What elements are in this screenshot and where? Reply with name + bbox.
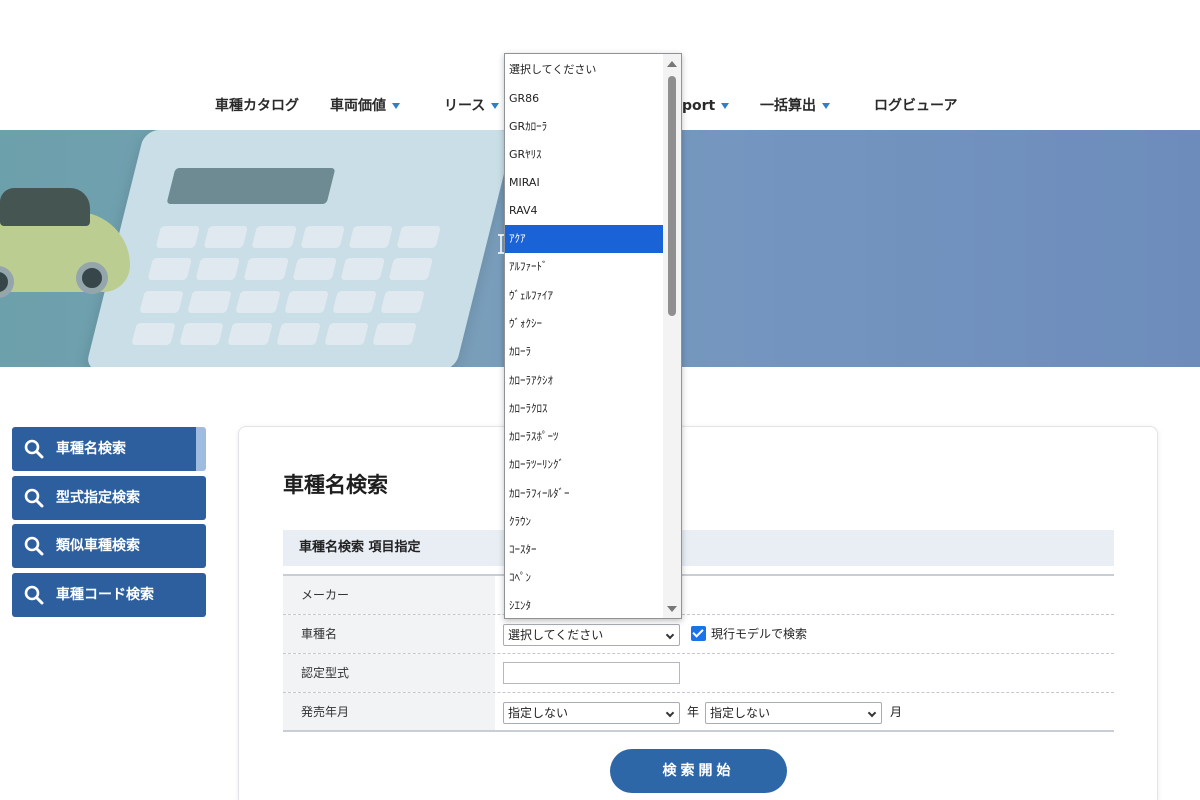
dropdown-option[interactable]: ｶﾛｰﾗﾂｰﾘﾝｸﾞ (505, 451, 663, 479)
dropdown-option[interactable]: ｳﾞｪﾙﾌｧｲｱ (505, 282, 663, 310)
nav-item-bulk-calc[interactable]: 一括算出 (760, 92, 830, 120)
nav-item-label: 車両価値 (330, 98, 386, 114)
nav-item-label: 車種カタログ (215, 98, 299, 114)
search-icon (24, 536, 44, 556)
dropdown-option[interactable]: GRﾔﾘｽ (505, 141, 663, 169)
row-label: 認定型式 (283, 654, 495, 692)
nav-item-lease[interactable]: リース (444, 92, 500, 120)
side-menu-label: 類似車種検索 (56, 538, 140, 554)
release-year-select[interactable]: 指定しない (503, 702, 680, 724)
scrollbar-thumb[interactable] (668, 76, 676, 316)
nav-item-label: 一括算出 (760, 98, 816, 114)
dropdown-option[interactable]: RAV4 (505, 197, 663, 225)
chevron-down-icon (867, 708, 877, 718)
section-header: 車種名検索 項目指定 (283, 530, 1114, 566)
text-cursor-icon (498, 234, 504, 254)
caret-down-icon (721, 103, 730, 109)
nav-item-catalog[interactable]: 車種カタログ (215, 92, 299, 120)
search-icon (24, 585, 44, 605)
row-label: 車種名 (283, 615, 495, 653)
nav-item-label: port (682, 98, 716, 114)
month-suffix: 月 (890, 705, 903, 719)
dropdown-option[interactable]: GR86 (505, 85, 663, 113)
nav-item-log-viewer[interactable]: ログビューア (874, 92, 957, 120)
search-icon (24, 488, 44, 508)
form-row-type: 認定型式 (283, 654, 1114, 693)
release-month-select[interactable]: 指定しない (705, 702, 882, 724)
scroll-up-arrow-icon[interactable] (667, 61, 677, 67)
dropdown-option[interactable]: ｳﾞｫｸｼｰ (505, 310, 663, 338)
year-suffix: 年 (687, 705, 700, 719)
select-value: 指定しない (508, 706, 569, 720)
side-menu-label: 車種コード検索 (56, 587, 154, 603)
nav-item-vehicle-value[interactable]: 車両価値 (330, 92, 400, 120)
dropdown-option[interactable]: GRｶﾛｰﾗ (505, 113, 663, 141)
dropdown-option[interactable]: ｸﾗｳﾝ (505, 508, 663, 536)
dropdown-option[interactable]: ｶﾛｰﾗｽﾎﾟｰﾂ (505, 423, 663, 451)
search-card: 車種名検索 車種名検索 項目指定 メーカー 車種名 選択してください 現行モデル… (238, 426, 1158, 800)
side-menu-type-search[interactable]: 型式指定検索 (12, 476, 206, 520)
dropdown-option[interactable]: ｶﾛｰﾗｱｸｼｵ (505, 367, 663, 395)
form-row-release: 発売年月 指定しない 年 指定しない 月 (283, 693, 1114, 732)
form-row-maker: メーカー (283, 576, 1114, 615)
caret-down-icon (822, 103, 830, 109)
checkbox-label: 現行モデルで検索 (711, 627, 808, 641)
form-row-model: 車種名 選択してください 現行モデルで検索 (283, 615, 1114, 654)
chevron-down-icon (665, 708, 675, 718)
side-menu-similar-search[interactable]: 類似車種検索 (12, 524, 206, 568)
side-menu-label: 型式指定検索 (56, 490, 140, 506)
row-label: 発売年月 (283, 693, 495, 730)
scroll-down-arrow-icon[interactable] (667, 606, 677, 612)
dropdown-option-highlighted[interactable]: ｱｸｱ (505, 225, 663, 253)
dropdown-option[interactable]: ｱﾙﾌｧｰﾄﾞ (505, 253, 663, 281)
caret-down-icon (392, 103, 400, 109)
search-form: メーカー 車種名 選択してください 現行モデルで検索 認定型式 発売年月 指定し… (283, 574, 1114, 732)
dropdown-option[interactable]: ｺｰｽﾀｰ (505, 536, 663, 564)
dropdown-option[interactable]: ｶﾛｰﾗﾌｨｰﾙﾀﾞｰ (505, 480, 663, 508)
current-model-checkbox[interactable] (691, 626, 706, 641)
search-start-button[interactable]: 検索開始 (610, 749, 787, 793)
row-label: メーカー (283, 576, 495, 614)
side-menu-model-name-search[interactable]: 車種名検索 (12, 427, 206, 471)
nav-item-label: ログビューア (874, 98, 958, 114)
model-dropdown-list[interactable]: 選択してください GR86 GRｶﾛｰﾗ GRﾔﾘｽ MIRAI RAV4 ｱｸ… (504, 53, 682, 619)
dropdown-option[interactable]: ｼｴﾝﾀ (505, 592, 663, 618)
select-value: 指定しない (710, 706, 771, 720)
side-menu-code-search[interactable]: 車種コード検索 (12, 573, 206, 617)
dropdown-option[interactable]: MIRAI (505, 169, 663, 197)
search-icon (24, 439, 44, 459)
chevron-down-icon (665, 630, 675, 640)
dropdown-option[interactable]: 選択してください (505, 56, 663, 84)
caret-down-icon (491, 103, 500, 109)
nav-item-support[interactable]: port (682, 92, 730, 120)
select-value: 選択してください (508, 628, 604, 642)
nav-item-label: リース (444, 98, 486, 114)
certified-type-input[interactable] (503, 662, 680, 684)
model-select[interactable]: 選択してください (503, 624, 680, 646)
page-title: 車種名検索 (283, 473, 388, 497)
side-menu-label: 車種名検索 (56, 441, 126, 457)
dropdown-option[interactable]: ｺﾍﾟﾝ (505, 564, 663, 592)
dropdown-option[interactable]: ｶﾛｰﾗ (505, 338, 663, 366)
dropdown-option[interactable]: ｶﾛｰﾗｸﾛｽ (505, 395, 663, 423)
